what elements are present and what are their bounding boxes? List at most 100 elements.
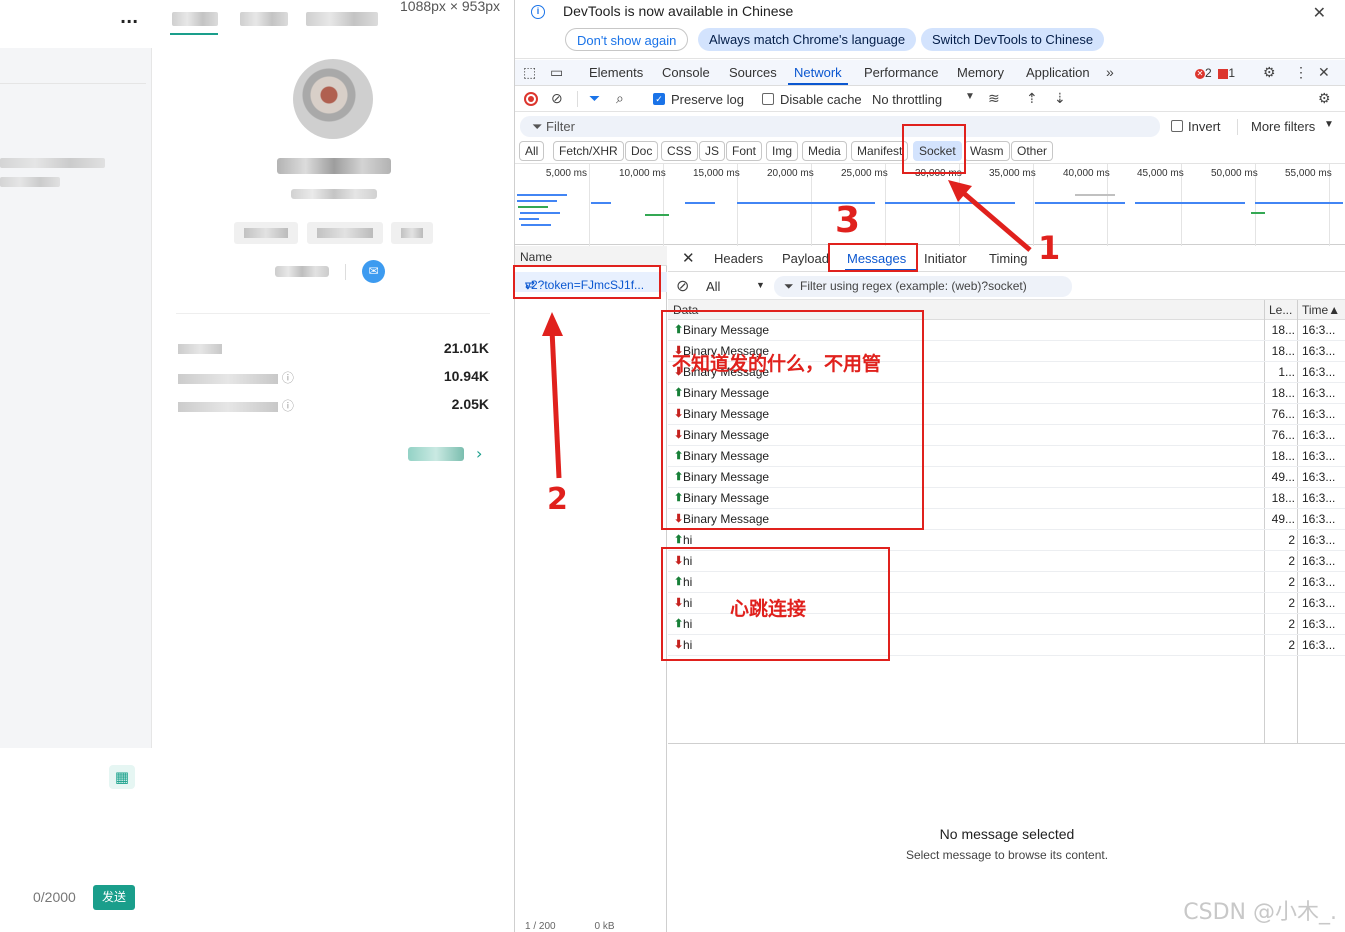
tab-performance[interactable]: Performance bbox=[864, 65, 938, 80]
type-font[interactable]: Font bbox=[726, 141, 763, 161]
preserve-log-label: Preserve log bbox=[671, 92, 744, 107]
tab-initiator[interactable]: Initiator bbox=[924, 251, 967, 266]
record-icon[interactable] bbox=[524, 92, 538, 106]
type-manifest[interactable]: Manifest bbox=[851, 141, 909, 161]
timeline-tick-label: 25,000 ms bbox=[841, 168, 888, 179]
message-length: 76... bbox=[1271, 428, 1295, 442]
detail-tabs: ✕ Headers Payload Messages Initiator Tim… bbox=[668, 246, 1345, 272]
throttling-select[interactable]: No throttling bbox=[872, 92, 942, 107]
chevron-right-icon[interactable]: › bbox=[476, 444, 482, 463]
tab-application[interactable]: Application bbox=[1026, 65, 1090, 80]
type-js[interactable]: JS bbox=[699, 141, 726, 161]
issues-badge[interactable]: ✕ 2 1 bbox=[1195, 66, 1235, 80]
tab-timing[interactable]: Timing bbox=[989, 251, 1028, 266]
message-length: 2 bbox=[1288, 638, 1295, 652]
profile-tab[interactable] bbox=[172, 12, 218, 26]
regex-filter-input[interactable]: ⏷ Filter using regex (example: (web)?soc… bbox=[774, 276, 1072, 297]
timeline-tick-label: 45,000 ms bbox=[1137, 168, 1184, 179]
chevron-down-icon[interactable]: ▼ bbox=[965, 91, 975, 102]
chevron-down-icon[interactable]: ▼ bbox=[1324, 119, 1334, 130]
empty-title: No message selected bbox=[939, 826, 1075, 842]
chevron-down-icon[interactable]: ▼ bbox=[756, 280, 765, 290]
timeline-tick-label: 35,000 ms bbox=[989, 168, 1036, 179]
stat-label bbox=[178, 341, 222, 355]
grid-icon[interactable]: ▦ bbox=[109, 765, 135, 789]
message-length: 2 bbox=[1288, 596, 1295, 610]
message-time: 16:3... bbox=[1302, 575, 1336, 589]
network-toolbar: ⊘ ⏷ ⌕ ✓ Preserve log Disable cache No th… bbox=[515, 87, 1345, 112]
invert-checkbox[interactable] bbox=[1171, 120, 1183, 132]
inspect-element-icon[interactable]: ⬚ bbox=[523, 64, 536, 81]
profile-panel bbox=[153, 0, 513, 932]
length-column-header[interactable]: Le... bbox=[1269, 303, 1292, 317]
network-conditions-icon[interactable]: ≋ bbox=[988, 90, 1000, 107]
type-fetch-xhr[interactable]: Fetch/XHR bbox=[553, 141, 624, 161]
gear-icon[interactable]: ⚙ bbox=[1318, 90, 1331, 107]
close-icon[interactable]: ✕ bbox=[1313, 3, 1326, 23]
close-icon[interactable]: ✕ bbox=[682, 249, 695, 267]
timeline-bar bbox=[645, 214, 669, 216]
mail-icon[interactable]: ✉ bbox=[362, 260, 385, 283]
timeline-bar bbox=[1065, 202, 1125, 204]
time-column-header[interactable]: Time▲ bbox=[1302, 303, 1340, 317]
more-filters-button[interactable]: More filters bbox=[1251, 119, 1315, 134]
network-overview-timeline[interactable]: 5,000 ms 10,000 ms 15,000 ms 20,000 ms 25,00… bbox=[515, 163, 1345, 246]
separator bbox=[1237, 119, 1238, 135]
profile-tab[interactable] bbox=[306, 12, 378, 26]
tab-headers[interactable]: Headers bbox=[714, 251, 763, 266]
gear-icon[interactable]: ⚙ bbox=[1263, 64, 1276, 81]
tab-network[interactable]: Network bbox=[794, 65, 842, 80]
close-icon[interactable]: ✕ bbox=[1318, 64, 1330, 81]
more-options-icon[interactable]: ··· bbox=[120, 12, 138, 31]
timeline-tick-label: 15,000 ms bbox=[693, 168, 740, 179]
avatar bbox=[293, 59, 373, 139]
message-length: 18... bbox=[1271, 344, 1295, 358]
type-other[interactable]: Other bbox=[1011, 141, 1054, 161]
type-wasm[interactable]: Wasm bbox=[964, 141, 1010, 161]
clear-icon[interactable]: ⊘ bbox=[676, 276, 689, 296]
switch-chinese-button[interactable]: Switch DevTools to Chinese bbox=[921, 28, 1105, 51]
export-icon[interactable]: ⇣ bbox=[1054, 90, 1066, 107]
tab-memory[interactable]: Memory bbox=[957, 65, 1004, 80]
empty-subtitle: Select message to browse its content. bbox=[905, 848, 1109, 862]
message-type-select[interactable]: All bbox=[706, 279, 720, 294]
profile-tab[interactable] bbox=[240, 12, 288, 26]
preserve-log-checkbox[interactable]: ✓ bbox=[653, 93, 665, 105]
message-length: 2 bbox=[1288, 533, 1295, 547]
more-tabs-icon[interactable]: » bbox=[1106, 64, 1114, 80]
divider bbox=[0, 83, 146, 84]
name-column-header[interactable]: Name bbox=[515, 246, 667, 266]
clear-icon[interactable]: ⊘ bbox=[551, 90, 563, 107]
dimension-readout: 1088px × 953px bbox=[400, 0, 501, 14]
message-time: 16:3... bbox=[1302, 638, 1336, 652]
dont-show-again-button[interactable]: Don't show again bbox=[565, 28, 689, 51]
tag-chip bbox=[307, 222, 383, 244]
message-time: 16:3... bbox=[1302, 470, 1336, 484]
blurred-link[interactable] bbox=[408, 447, 464, 461]
type-img[interactable]: Img bbox=[766, 141, 799, 161]
type-css[interactable]: CSS bbox=[661, 141, 698, 161]
stat-label: ⓘ bbox=[178, 369, 294, 385]
timeline-bar bbox=[1251, 212, 1265, 214]
send-button[interactable]: 发送 bbox=[93, 885, 135, 910]
timeline-bar bbox=[521, 224, 551, 226]
message-length: 2 bbox=[1288, 575, 1295, 589]
search-icon[interactable]: ⌕ bbox=[616, 90, 624, 107]
filter-icon[interactable]: ⏷ bbox=[589, 90, 600, 107]
regex-placeholder: Filter using regex (example: (web)?socke… bbox=[800, 279, 1027, 293]
tab-console[interactable]: Console bbox=[662, 65, 710, 80]
match-language-button[interactable]: Always match Chrome's language bbox=[698, 28, 917, 51]
type-all[interactable]: All bbox=[519, 141, 545, 161]
import-icon[interactable]: ⇡ bbox=[1026, 90, 1038, 107]
type-doc[interactable]: Doc bbox=[625, 141, 659, 161]
filter-input[interactable]: ⏷ Filter bbox=[520, 116, 1160, 137]
tab-sources[interactable]: Sources bbox=[729, 65, 777, 80]
separator bbox=[345, 264, 346, 280]
type-media[interactable]: Media bbox=[802, 141, 847, 161]
kebab-menu-icon[interactable]: ⋮ bbox=[1294, 64, 1308, 81]
message-time: 16:3... bbox=[1302, 344, 1336, 358]
disable-cache-checkbox[interactable] bbox=[762, 93, 774, 105]
device-toolbar-icon[interactable]: ▭ bbox=[550, 64, 563, 81]
tab-payload[interactable]: Payload bbox=[782, 251, 829, 266]
tab-elements[interactable]: Elements bbox=[589, 65, 643, 80]
